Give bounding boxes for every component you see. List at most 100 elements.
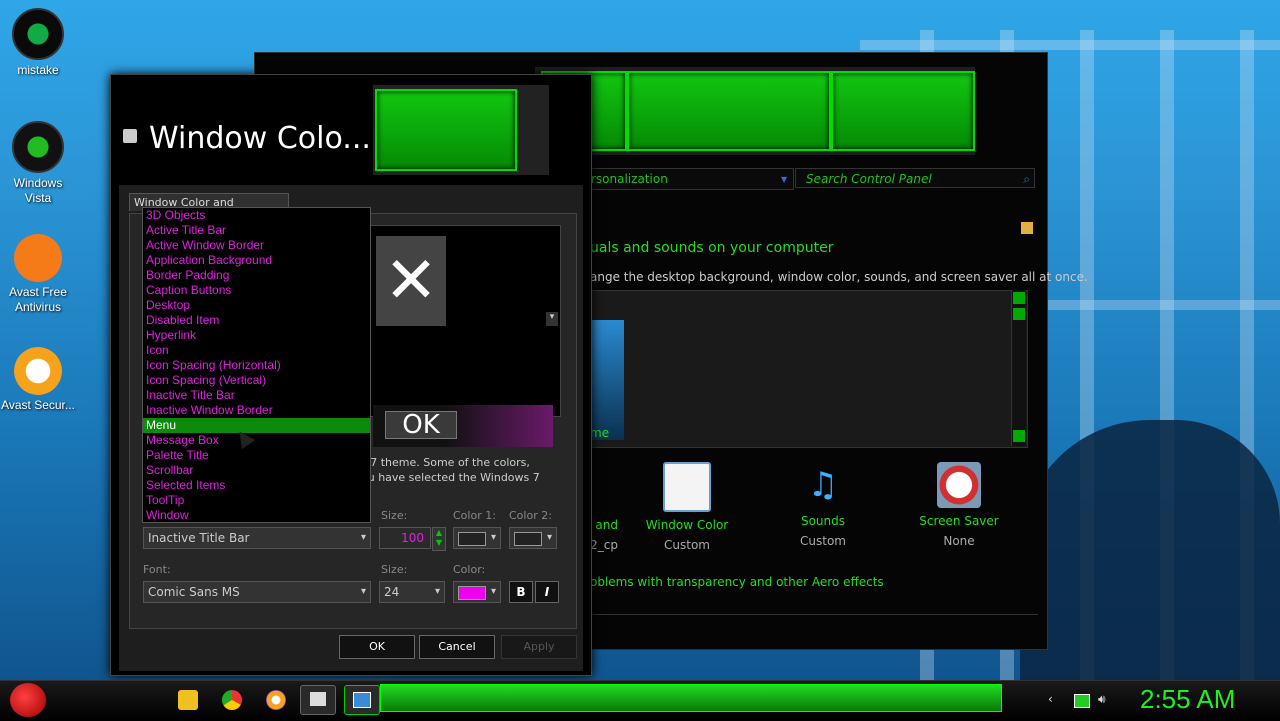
desktop-icon-label: Avast Secur... (1, 398, 75, 412)
taskbar-app-display[interactable] (344, 685, 380, 715)
folder-icon[interactable] (178, 690, 198, 710)
description-line: ou have selected the Windows 7 (361, 471, 540, 484)
chrome-icon[interactable] (222, 690, 242, 710)
chevron-down-icon: ▾ (490, 586, 496, 597)
sounds-item[interactable]: ♫ Sounds Custom (768, 462, 878, 548)
help-icon[interactable] (1021, 222, 1033, 234)
network-icon[interactable] (1074, 694, 1090, 708)
list-item[interactable]: Application Background (143, 253, 370, 268)
font-color-picker[interactable]: ▾ (453, 581, 501, 603)
close-icon: ✕ (376, 236, 446, 326)
aero-troubleshoot-link[interactable]: oblems with transparency and other Aero … (590, 575, 884, 589)
color2-swatch (514, 532, 542, 546)
bold-toggle[interactable]: B (509, 581, 533, 603)
desktop-icon-label: mistake (17, 63, 59, 77)
color1-swatch (458, 532, 486, 546)
font-size-select[interactable]: 24 ▾ (379, 581, 445, 603)
size-field[interactable]: 100 (379, 527, 431, 549)
ok-button[interactable]: OK (339, 635, 415, 659)
recycle-bin-icon (12, 121, 64, 173)
list-item[interactable]: Message Box (143, 433, 370, 448)
item-dropdown-list[interactable]: 3D Objects Active Title Bar Active Windo… (142, 207, 371, 523)
taskbar-accent-bar (380, 684, 1002, 712)
item-label: Screen Saver (919, 514, 999, 528)
color1-picker[interactable]: ▾ (453, 527, 501, 549)
window-color-icon (663, 462, 711, 512)
theme-label[interactable]: me (590, 426, 609, 440)
list-item[interactable]: Inactive Title Bar (143, 388, 370, 403)
list-item[interactable]: Desktop (143, 298, 370, 313)
tray-expand-icon[interactable]: ‹ (1048, 692, 1053, 706)
window-titlebar-art (535, 67, 975, 155)
desktop-icon-avast[interactable]: Avast Free Antivirus (0, 234, 76, 315)
list-item[interactable]: 3D Objects (143, 208, 370, 223)
search-input[interactable]: Search Control Panel ⌕ (795, 168, 1035, 188)
avast-browser-icon[interactable] (266, 690, 286, 710)
color2-picker[interactable]: ▾ (509, 527, 557, 549)
taskbar-app-personalization[interactable] (300, 685, 336, 715)
avast-icon (14, 234, 62, 282)
list-item[interactable]: ToolTip (143, 493, 370, 508)
start-button[interactable] (10, 683, 46, 717)
search-icon[interactable]: ⌕ (1023, 169, 1030, 189)
item-select[interactable]: Inactive Title Bar ▾ (143, 527, 371, 549)
clock[interactable]: 2:55 AM (1140, 684, 1235, 715)
appearance-description: s 7 theme. Some of the colors, ou have s… (361, 455, 561, 485)
window-icon (123, 129, 137, 143)
item-value: Custom (800, 534, 846, 548)
list-item[interactable]: Disabled Item (143, 313, 370, 328)
font-select[interactable]: Comic Sans MS ▾ (143, 581, 371, 603)
font-label: Font: (143, 563, 171, 576)
list-item[interactable]: Scrollbar (143, 463, 370, 478)
theme-list-scrollbar[interactable] (1011, 290, 1026, 446)
description-line: s 7 theme. Some of the colors, (361, 456, 530, 469)
chevron-down-icon: ▾ (360, 532, 366, 543)
search-placeholder: Search Control Panel (806, 172, 932, 186)
preview-ok-button: OK (385, 411, 457, 439)
list-item-highlighted[interactable]: Menu (143, 418, 370, 433)
font-color-label: Color: (453, 563, 486, 576)
chevron-down-icon: ▾ (360, 586, 366, 597)
theme-thumbnail[interactable] (590, 320, 624, 440)
list-item[interactable]: Active Window Border (143, 238, 370, 253)
screen-saver-item[interactable]: Screen Saver None (904, 462, 1014, 548)
theme-list[interactable] (590, 290, 1028, 448)
desktop-icon-mistake[interactable]: mistake (0, 8, 76, 78)
list-item[interactable]: Window (143, 508, 370, 523)
cancel-button[interactable]: Cancel (419, 635, 495, 659)
color2-label: Color 2: (509, 509, 552, 522)
size-stepper[interactable]: ▲ ▼ (432, 527, 446, 551)
list-item[interactable]: Palette Title (143, 448, 370, 463)
appearance-preview: ✕ ▾ (369, 225, 561, 417)
list-item[interactable]: Border Padding (143, 268, 370, 283)
chevron-down-icon[interactable]: ▾ (781, 169, 787, 189)
desktop-icon-label: Avast Free Antivirus (9, 285, 67, 314)
list-item[interactable]: Active Title Bar (143, 223, 370, 238)
status-strip (590, 614, 1038, 635)
breadcrumb-text: rsonalization (591, 172, 668, 186)
list-item[interactable]: Icon Spacing (Horizontal) (143, 358, 370, 373)
disc-icon (12, 8, 64, 60)
list-item[interactable]: Selected Items (143, 478, 370, 493)
desktop-icon-label: Windows Vista (13, 176, 63, 205)
font-size-label: Size: (381, 563, 408, 576)
list-item[interactable]: Icon (143, 343, 370, 358)
list-item[interactable]: Caption Buttons (143, 283, 370, 298)
item-label: Window Color (645, 518, 729, 532)
item-value: Custom (664, 538, 710, 552)
list-item[interactable]: Hyperlink (143, 328, 370, 343)
list-item[interactable]: Icon Spacing (Vertical) (143, 373, 370, 388)
preview-message-box: OK (373, 405, 553, 447)
page-heading: uals and sounds on your computer (590, 240, 834, 256)
volume-icon[interactable]: 🔊︎ (1098, 692, 1106, 707)
address-breadcrumb[interactable]: rsonalization ▾ (586, 168, 794, 190)
apply-button[interactable]: Apply (501, 635, 577, 659)
color1-label: Color 1: (453, 509, 496, 522)
list-item[interactable]: Inactive Window Border (143, 403, 370, 418)
window-color-item[interactable]: Window Color Custom (632, 462, 742, 552)
font-color-swatch (458, 586, 486, 600)
italic-toggle[interactable]: I (535, 581, 559, 603)
desktop-icon-avast-secure[interactable]: Avast Secur... (0, 347, 76, 413)
desktop-icon-windows-vista[interactable]: Windows Vista (0, 121, 76, 206)
app-icon (310, 692, 326, 706)
